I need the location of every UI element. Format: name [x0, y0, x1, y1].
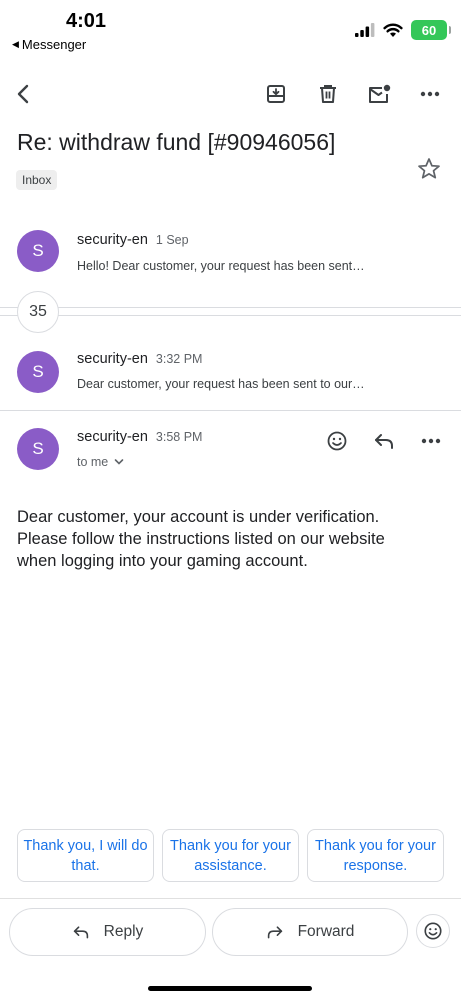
- mark-unread-button[interactable]: [363, 78, 395, 110]
- sender-line: security-en 3:32 PM: [77, 351, 202, 367]
- message-body: Dear customer, your account is under ver…: [17, 508, 385, 570]
- star-button[interactable]: [416, 156, 442, 182]
- mark-unread-icon: [369, 84, 391, 103]
- inbox-label-chip[interactable]: Inbox: [16, 170, 58, 190]
- archive-icon: [267, 85, 285, 103]
- smart-reply-2[interactable]: Thank you for your assistance.: [162, 829, 299, 882]
- smiley-icon: [424, 922, 442, 940]
- back-to-app-link[interactable]: ◀ Messenger: [12, 37, 86, 52]
- back-button[interactable]: [8, 78, 40, 110]
- sender-name: security-en: [77, 232, 148, 248]
- thread-message-collapsed[interactable]: S security-en 3:32 PM Dear customer, your…: [0, 343, 461, 407]
- recipient-details-toggle[interactable]: to me: [77, 455, 124, 469]
- email-subject: Re: withdraw fund [#90946056]: [17, 129, 336, 155]
- status-time: 4:01: [66, 10, 107, 32]
- forward-button[interactable]: Forward: [212, 908, 408, 956]
- back-arrow-icon: [17, 84, 29, 104]
- message-date: 3:58 PM: [155, 430, 203, 444]
- message-more-button[interactable]: [416, 426, 446, 456]
- sender-avatar: S: [17, 230, 59, 272]
- action-bar-divider: [0, 898, 461, 899]
- sender-name: security-en: [77, 351, 148, 367]
- collapsed-messages-count[interactable]: 35: [17, 291, 59, 333]
- wifi-icon: [383, 23, 403, 37]
- message-snippet: Hello! Dear customer, your request has b…: [77, 259, 365, 273]
- collapsed-divider-bottom: [0, 315, 461, 316]
- thread-message-collapsed[interactable]: S security-en 1 Sep Hello! Dear customer,…: [0, 222, 461, 286]
- sender-avatar: S: [17, 428, 59, 470]
- reply-button[interactable]: Reply: [9, 908, 206, 956]
- reply-label: Reply: [103, 923, 144, 940]
- forward-icon: [267, 926, 282, 939]
- battery-indicator: 60: [411, 20, 451, 40]
- message-date: 3:32 PM: [155, 352, 203, 366]
- sender-avatar: S: [17, 351, 59, 393]
- more-horiz-icon: [421, 438, 441, 444]
- home-indicator[interactable]: [148, 986, 312, 991]
- email-toolbar: [0, 72, 461, 116]
- status-indicators: 60: [355, 20, 451, 40]
- forward-label: Forward: [297, 923, 355, 940]
- message-snippet: Dear customer, your request has been sen…: [77, 377, 365, 391]
- more-horiz-icon: [420, 91, 440, 97]
- reply-icon: [375, 434, 393, 449]
- react-emoji-button[interactable]: [322, 426, 352, 456]
- collapsed-divider-top: [0, 307, 461, 308]
- sender-line: security-en 3:58 PM: [77, 429, 202, 445]
- message-date: 1 Sep: [155, 233, 189, 247]
- trash-icon: [320, 85, 336, 103]
- sender-name: security-en: [77, 429, 148, 445]
- message-divider: [0, 410, 461, 411]
- reply-icon: [73, 926, 88, 939]
- smart-reply-1[interactable]: Thank you, I will do that.: [17, 829, 154, 882]
- smart-reply-3[interactable]: Thank you for your response.: [307, 829, 444, 882]
- battery-level: 60: [421, 22, 437, 38]
- sender-line: security-en 1 Sep: [77, 232, 189, 248]
- chevron-down-icon: [114, 459, 124, 465]
- star-icon: [418, 158, 440, 179]
- archive-button[interactable]: [260, 78, 292, 110]
- back-triangle-icon: ◀: [12, 39, 19, 49]
- back-app-label: Messenger: [21, 37, 87, 52]
- recipient-label: to me: [77, 455, 109, 469]
- cellular-signal-icon: [355, 23, 375, 37]
- more-options-button[interactable]: [414, 78, 446, 110]
- delete-button[interactable]: [312, 78, 344, 110]
- emoji-reaction-button[interactable]: [416, 914, 450, 948]
- smiley-icon: [327, 431, 347, 451]
- reply-message-button[interactable]: [369, 426, 399, 456]
